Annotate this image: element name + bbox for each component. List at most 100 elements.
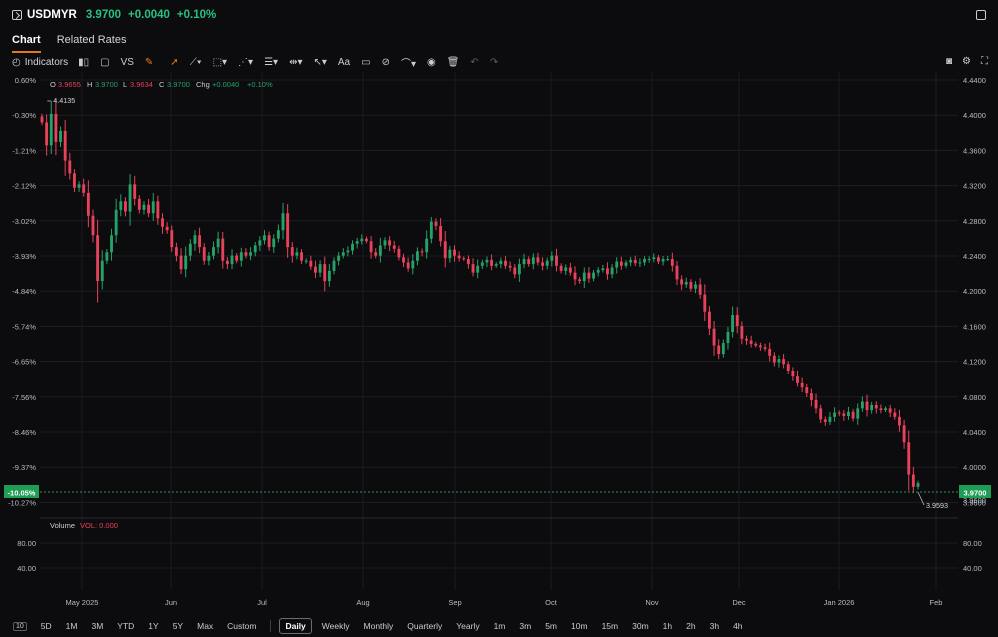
interval-1m[interactable]: 1m xyxy=(494,621,506,631)
volume-label: Volume xyxy=(50,521,75,530)
candle-body xyxy=(587,272,591,279)
fib-icon[interactable]: ☰▾ xyxy=(264,57,278,68)
undo-icon[interactable]: ↶ xyxy=(470,57,478,68)
y-tick-left: -5.74% xyxy=(12,322,36,331)
low-marker-line xyxy=(917,491,925,506)
candle-body xyxy=(911,474,915,487)
range-ytd[interactable]: YTD xyxy=(117,621,134,631)
redo-icon[interactable]: ↷ xyxy=(490,57,498,68)
interval-5m[interactable]: 5m xyxy=(545,621,557,631)
range-3m[interactable]: 3M xyxy=(91,621,103,631)
candle-body xyxy=(82,184,86,193)
candle-body xyxy=(327,270,331,282)
ohlc-legend: O 3.9655 H 3.9700 L 3.9634 C 3.9700 Chg … xyxy=(50,80,273,89)
candle-body xyxy=(40,116,44,123)
price-change-percent: +0.10% xyxy=(176,9,217,21)
candle-body xyxy=(341,252,345,256)
magnet-icon[interactable]: ⌒▾ xyxy=(401,55,416,70)
interval-weekly[interactable]: Weekly xyxy=(322,621,350,631)
candle-body xyxy=(870,404,874,411)
candle-body xyxy=(392,245,396,249)
candle-body xyxy=(406,262,410,269)
candle-body xyxy=(828,416,832,422)
pen-off-icon[interactable]: ⊘ xyxy=(382,57,390,68)
calendar-icon[interactable]: 10 xyxy=(13,621,27,631)
interval-1h[interactable]: 1h xyxy=(663,621,672,631)
candle-body xyxy=(188,243,192,256)
candle-body xyxy=(749,340,753,344)
range-1y[interactable]: 1Y xyxy=(148,621,158,631)
interval-4h[interactable]: 4h xyxy=(733,621,742,631)
candle-body xyxy=(494,264,498,266)
indicators-button[interactable]: ◴ Indicators xyxy=(12,57,68,68)
interval-yearly[interactable]: Yearly xyxy=(456,621,479,631)
candle-type-icon[interactable]: ▮▯ xyxy=(78,57,89,68)
candle-body xyxy=(740,326,744,339)
candle-body xyxy=(684,281,688,285)
tab-related-rates[interactable]: Related Rates xyxy=(57,34,127,53)
current-pct-label: -10.05% xyxy=(8,489,36,498)
candle-body xyxy=(77,184,81,188)
ohlc-chg-pct: +0.10% xyxy=(247,80,273,89)
comment-icon[interactable]: ▭ xyxy=(361,57,370,68)
candle-body xyxy=(383,240,387,246)
candle-body xyxy=(244,252,248,256)
candle-body xyxy=(128,184,132,212)
price-chart[interactable]: 4.4400 0.60% 4.4000 -0.30% 4.3600 -1.21% 4.320… xyxy=(0,72,998,616)
symbol-collapse-icon[interactable] xyxy=(12,10,22,20)
interval-3m[interactable]: 3m xyxy=(519,621,531,631)
cursor-icon[interactable]: ➚ xyxy=(170,57,178,68)
candle-body xyxy=(415,251,419,261)
range-5d[interactable]: 5D xyxy=(41,621,52,631)
text-tool-button[interactable]: Aa xyxy=(338,57,350,68)
y-tick-left: -4.84% xyxy=(12,287,36,296)
range-max[interactable]: Max xyxy=(197,621,213,631)
interval-monthly[interactable]: Monthly xyxy=(364,621,394,631)
interval-3h[interactable]: 3h xyxy=(710,621,719,631)
ohlc-h-value: 3.9700 xyxy=(95,80,118,89)
pattern-icon[interactable]: ⋰▾ xyxy=(238,57,253,68)
interval-15m[interactable]: 15m xyxy=(602,621,619,631)
interval-2h[interactable]: 2h xyxy=(686,621,695,631)
tab-chart[interactable]: Chart xyxy=(12,34,41,53)
arrow-icon[interactable]: ↖▾ xyxy=(313,57,326,68)
toolbar-right: ◙ ⚙ ⛶ xyxy=(946,56,988,67)
candle-body xyxy=(782,359,786,365)
candle-body xyxy=(249,252,253,256)
candle-body xyxy=(235,255,239,261)
vs-button[interactable]: VS xyxy=(121,57,134,68)
candle-body xyxy=(411,260,415,269)
candle-body xyxy=(522,259,526,265)
volume-tick-left: 40.00 xyxy=(17,564,36,573)
trendline-icon[interactable]: ⟋▾ xyxy=(190,57,202,68)
settings-icon[interactable]: ⚙ xyxy=(962,56,971,67)
brush-icon[interactable]: ✎ xyxy=(145,57,153,68)
range-1m[interactable]: 1M xyxy=(66,621,78,631)
interval-daily[interactable]: Daily xyxy=(279,618,312,634)
interval-quarterly[interactable]: Quarterly xyxy=(407,621,442,631)
range-5y[interactable]: 5Y xyxy=(173,621,183,631)
trash-icon[interactable]: 🗑 xyxy=(447,57,460,68)
y-tick-left: -7.56% xyxy=(12,393,36,402)
ohlc-l-value: 3.9634 xyxy=(130,80,153,89)
interval-30m[interactable]: 30m xyxy=(632,621,649,631)
shape-icon[interactable]: ⬚▾ xyxy=(213,57,227,68)
candle-body xyxy=(110,235,113,253)
camera-icon[interactable]: ◙ xyxy=(946,56,952,67)
fullscreen-icon[interactable]: ⛶ xyxy=(981,56,988,67)
candle-body xyxy=(606,268,609,275)
expand-icon[interactable] xyxy=(976,10,986,20)
candle-body xyxy=(851,411,855,419)
range-custom[interactable]: Custom xyxy=(227,621,256,631)
candle-body xyxy=(777,359,781,363)
candle-body xyxy=(527,259,531,265)
y-tick-left: -10.27% xyxy=(8,498,36,507)
candle-body xyxy=(559,265,563,271)
rectangle-icon[interactable]: ▢ xyxy=(100,57,109,68)
interval-10m[interactable]: 10m xyxy=(571,621,588,631)
candle-body xyxy=(239,252,243,261)
measure-icon[interactable]: ⇹▾ xyxy=(289,57,302,68)
candle-body xyxy=(809,393,813,400)
eye-icon[interactable]: ◉ xyxy=(427,57,436,68)
candle-body xyxy=(531,257,535,265)
